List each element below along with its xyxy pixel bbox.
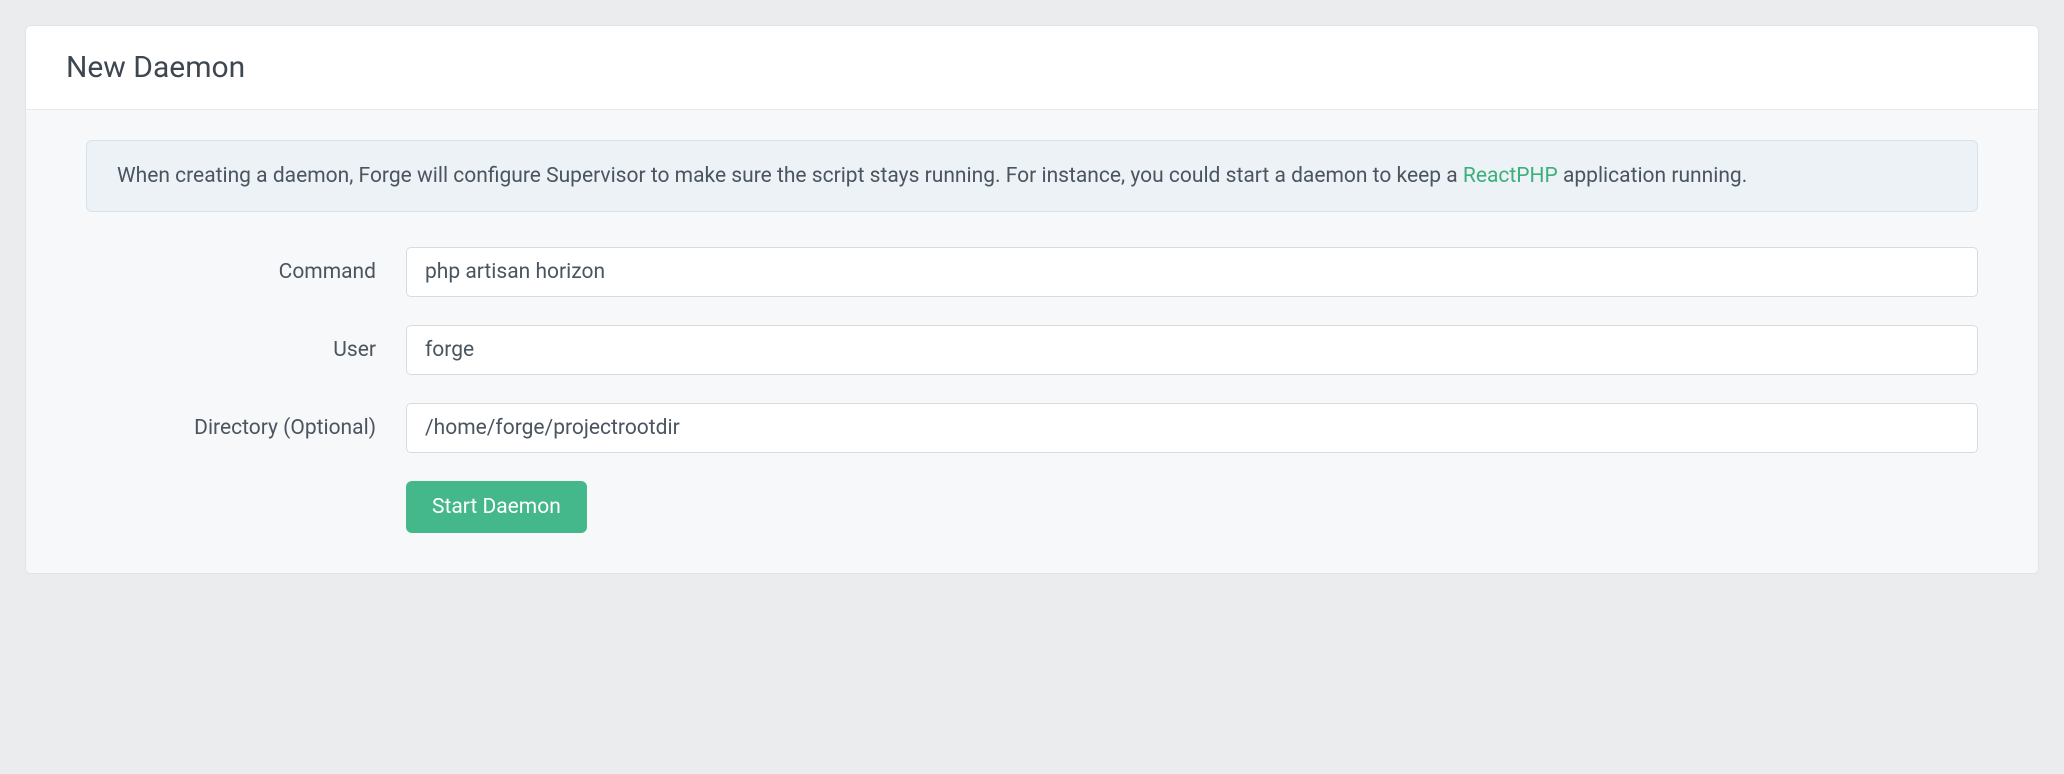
new-daemon-panel: New Daemon When creating a daemon, Forge… [25, 25, 2039, 574]
directory-label: Directory (Optional) [86, 416, 406, 440]
info-box: When creating a daemon, Forge will confi… [86, 140, 1978, 212]
info-text-after: application running. [1558, 164, 1748, 188]
user-input[interactable] [406, 325, 1978, 375]
user-row: User [86, 325, 1978, 375]
directory-row: Directory (Optional) [86, 403, 1978, 453]
panel-title: New Daemon [66, 50, 1998, 85]
command-label: Command [86, 260, 406, 284]
directory-input[interactable] [406, 403, 1978, 453]
start-daemon-button[interactable]: Start Daemon [406, 481, 587, 533]
reactphp-link[interactable]: ReactPHP [1463, 164, 1558, 188]
button-row: Start Daemon [86, 481, 1978, 533]
panel-header: New Daemon [26, 26, 2038, 110]
command-row: Command [86, 247, 1978, 297]
info-text-before: When creating a daemon, Forge will confi… [117, 164, 1463, 188]
panel-body: When creating a daemon, Forge will confi… [26, 110, 2038, 573]
command-input[interactable] [406, 247, 1978, 297]
user-label: User [86, 338, 406, 362]
